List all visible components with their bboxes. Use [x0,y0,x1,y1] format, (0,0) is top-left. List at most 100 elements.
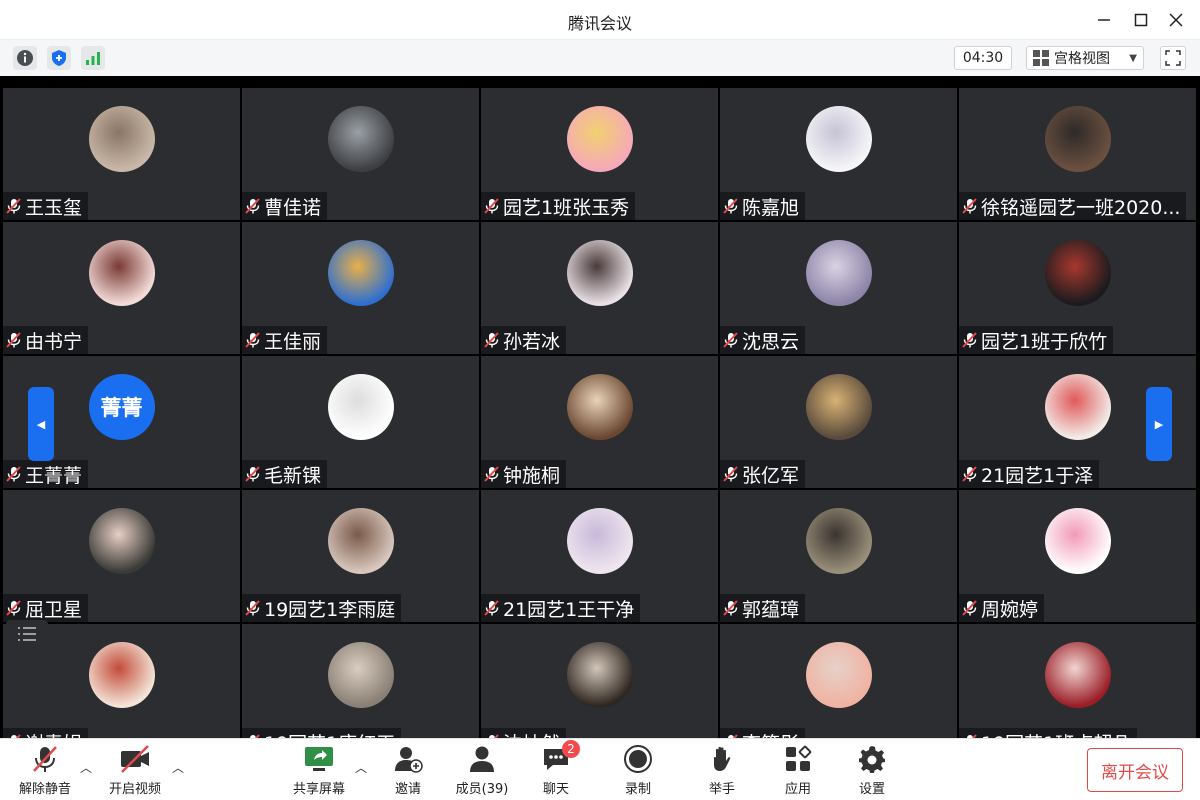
participant-name: 19园艺1李雨庭 [264,598,396,621]
participant-tile[interactable]: 张亿军 [720,356,957,488]
participant-tile[interactable]: 钟施桐 [481,356,718,488]
participant-tile[interactable]: 李筱彤 [720,624,957,738]
participant-name: 徐铭遥园艺一班2020... [981,196,1181,219]
unmute-label: 解除静音 [18,782,71,797]
avatar [88,106,155,172]
mic-muted-icon [6,332,21,348]
participant-name: 19园艺1唐红玉 [264,729,395,739]
text-avatar: 菁菁 [88,374,155,440]
participant-nametag: 钟施桐 [481,460,567,488]
participant-tile[interactable]: 王玉玺 [3,88,240,220]
avatar [88,240,155,306]
chat-button[interactable]: 2 聊天 [534,740,580,797]
hand-icon [704,743,740,775]
share-screen-button[interactable]: 共享屏幕 [290,743,348,797]
participant-tile[interactable]: 陈嘉旭 [720,88,957,220]
mic-muted-icon [245,466,260,482]
avatar [566,106,633,172]
video-options-caret[interactable]: ︿ [172,759,184,776]
participant-list-toggle[interactable] [6,620,48,648]
mic-muted-icon [962,198,977,214]
view-selector[interactable]: 宫格视图 ▼ [1026,46,1144,70]
settings-button[interactable]: 设置 [850,743,894,797]
participant-tile[interactable]: 曹佳诺 [242,88,479,220]
mic-muted-icon [723,198,738,214]
invite-button[interactable]: 邀请 [386,743,430,797]
add-user-icon [390,743,426,775]
participant-name: 李筱彤 [742,729,799,739]
participant-nametag: 毛新锞 [242,460,328,488]
participant-tile[interactable]: 孙若冰 [481,222,718,354]
security-button[interactable] [47,46,71,70]
minimize-button[interactable] [1092,8,1116,32]
participant-nametag: 屈卫星 [3,594,89,622]
avatar [1044,106,1111,172]
arrow-right-icon: ▶ [1154,417,1164,431]
participant-tile[interactable]: 园艺1班张玉秀 [481,88,718,220]
participant-name: 钟施桐 [503,464,561,487]
avatar [1044,374,1111,440]
participant-nametag: 谢青娟 [3,728,89,739]
fullscreen-button[interactable] [1160,46,1186,70]
participant-tile[interactable]: 由书宁 [3,222,240,354]
signal-icon [86,52,100,65]
next-page-button[interactable]: ▶ [1146,387,1172,461]
meeting-info-bar [0,40,1200,76]
participant-nametag: 21园艺1于泽 [959,460,1100,488]
participant-tile[interactable]: 19园艺1李雨庭 [242,490,479,622]
participant-tile[interactable]: 王佳丽 [242,222,479,354]
window-title: 腾讯会议 [567,14,632,33]
participant-tile[interactable]: 毛新锞 [242,356,479,488]
audio-options-caret[interactable]: ︿ [80,759,92,776]
view-selector-label: 宫格视图 [1054,51,1110,67]
avatar [566,508,633,574]
participant-tile[interactable]: 周婉婷 [959,490,1196,622]
participant-name: 园艺1班于欣竹 [981,330,1108,353]
video-grid-area: 王玉玺 曹佳诺 园艺1班张玉秀 陈嘉旭 徐铭遥园艺一班2020... 由书宁 王佳丽 孙若冰沈… [0,76,1200,738]
participant-name: 王玉玺 [25,196,83,219]
grid-view-icon [1033,50,1049,66]
close-button[interactable] [1164,8,1188,32]
participant-name: 孙若冰 [503,330,561,353]
leave-meeting-button[interactable]: 离开会议 [1087,748,1183,792]
mic-muted-icon [6,466,21,482]
avatar [566,642,633,708]
participant-nametag: 曹佳诺 [242,192,328,220]
apps-button[interactable]: 应用 [776,743,820,797]
members-button[interactable]: 成员(39) [452,743,512,797]
record-icon [620,743,656,775]
share-options-caret[interactable]: ︿ [355,759,367,776]
network-status-button[interactable] [81,46,105,70]
participant-tile[interactable]: 沈灿然 [481,624,718,738]
chat-label: 聊天 [542,782,569,797]
participant-tile[interactable]: 沈思云 [720,222,957,354]
close-icon [1169,13,1183,27]
participant-nametag: 19园艺1班卢超凡 [959,728,1138,738]
participant-name: 沈思云 [742,330,800,353]
participant-nametag: 19园艺1李雨庭 [242,594,402,622]
apps-label: 应用 [784,782,811,797]
participant-nametag: 王菁菁 [3,460,89,488]
mic-muted-icon [962,600,977,616]
gear-icon [854,743,890,775]
record-button[interactable]: 录制 [616,743,660,797]
participant-nametag: 王佳丽 [242,326,328,354]
participant-tile[interactable]: 21园艺1王干净 [481,490,718,622]
maximize-button[interactable] [1129,8,1153,32]
participant-name: 谢青娟 [25,729,82,739]
participant-name: 屈卫星 [25,598,83,621]
participant-name: 郭蕴璋 [742,598,800,621]
participant-tile[interactable]: 郭蕴璋 [720,490,957,622]
participant-tile[interactable]: 19园艺1班卢超凡 [959,624,1196,738]
previous-page-button[interactable]: ◀ [28,387,54,461]
raise-hand-button[interactable]: 举手 [700,743,744,797]
start-video-button[interactable]: 开启视频 [106,743,164,797]
participant-tile[interactable]: 园艺1班于欣竹 [959,222,1196,354]
participant-tile[interactable]: 19园艺1唐红玉 [242,624,479,738]
avatar-text: 菁菁 [100,396,143,420]
unmute-button[interactable]: 解除静音 [16,743,74,797]
participant-tile[interactable]: 徐铭遥园艺一班2020... [959,88,1196,220]
participant-name: 毛新锞 [264,464,322,487]
meeting-info-button[interactable] [13,46,37,70]
participant-tile[interactable]: 屈卫星 [3,490,240,622]
